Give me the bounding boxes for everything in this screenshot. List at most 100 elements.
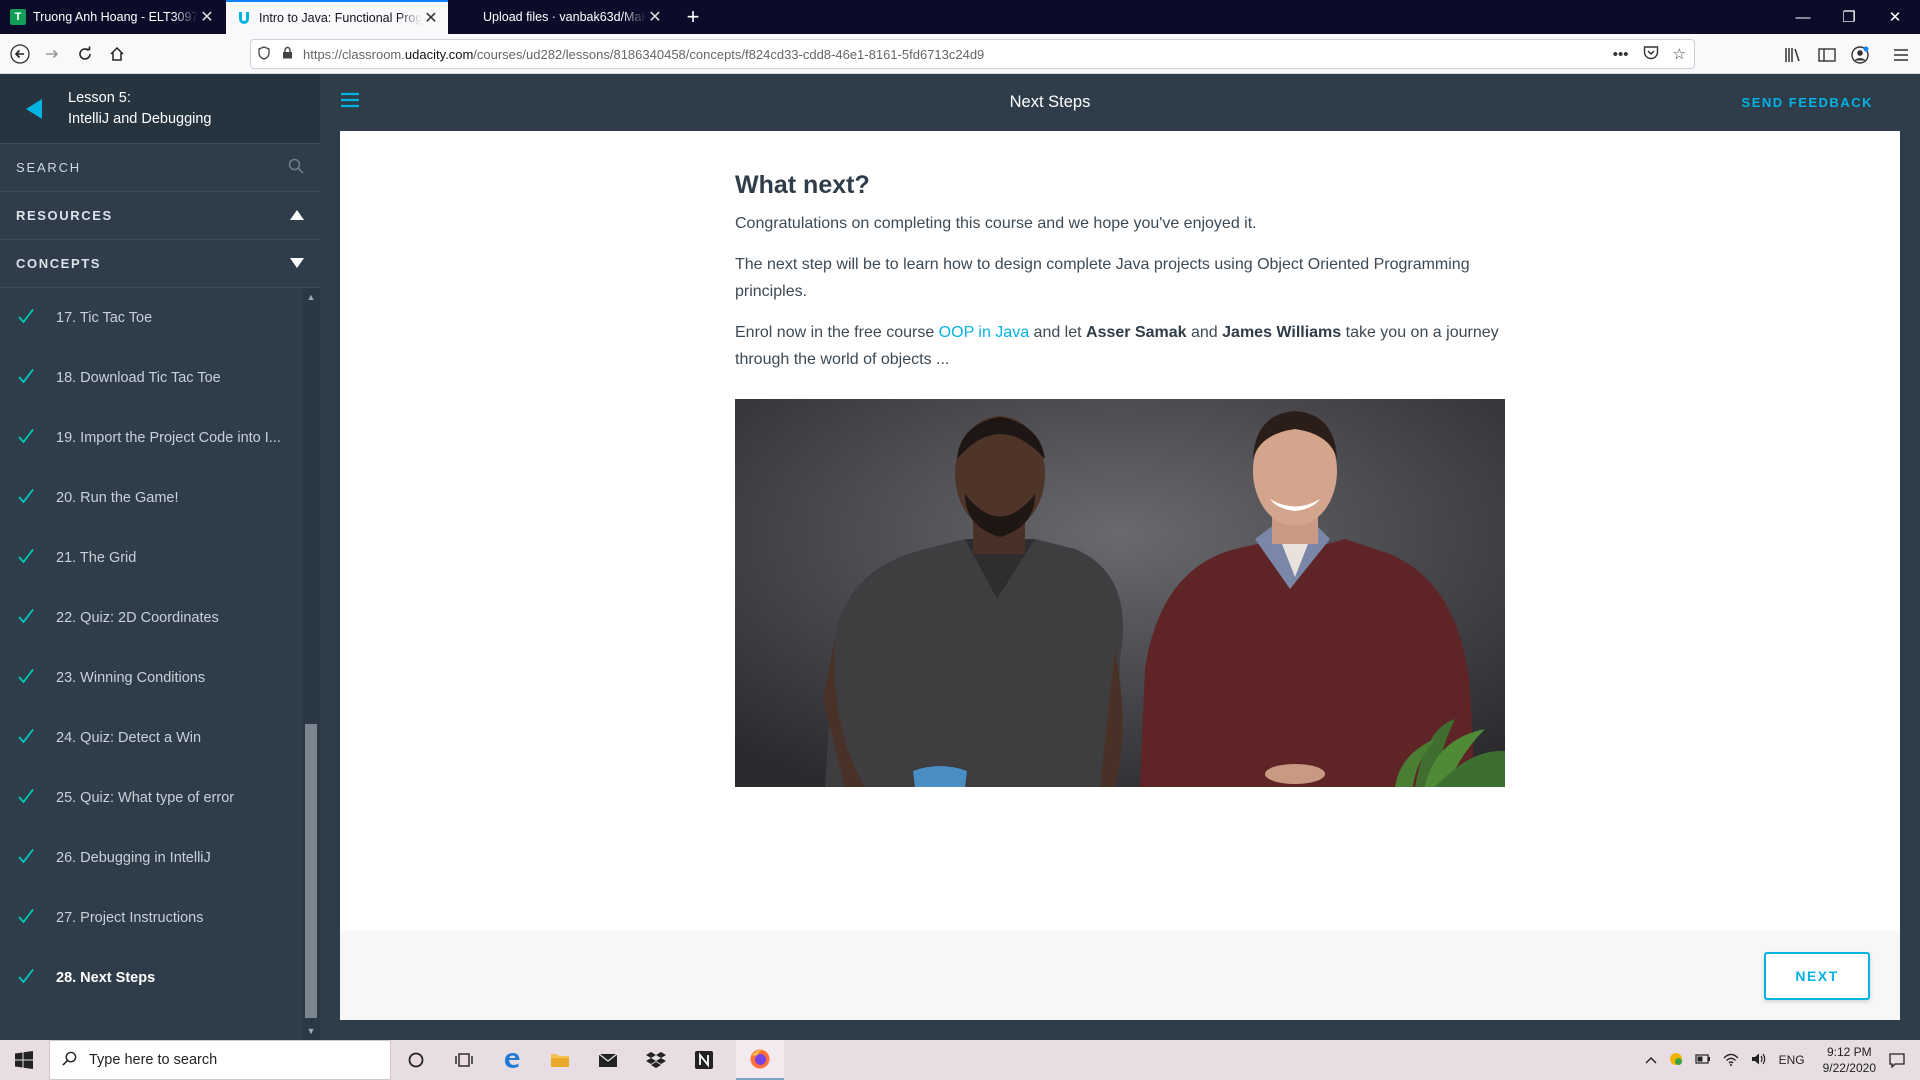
mail-icon[interactable] bbox=[584, 1040, 632, 1080]
task-view-icon[interactable] bbox=[440, 1040, 488, 1080]
checkmark-icon bbox=[18, 608, 56, 628]
search-icon bbox=[62, 1051, 77, 1070]
taskbar-search-box[interactable]: Type here to search bbox=[49, 1040, 391, 1080]
file-explorer-icon[interactable] bbox=[536, 1040, 584, 1080]
article-paragraph: Congratulations on completing this cours… bbox=[735, 215, 1257, 232]
address-bar[interactable]: https://classroom.udacity.com/courses/ud… bbox=[250, 39, 1695, 69]
next-button[interactable]: NEXT bbox=[1764, 952, 1870, 1000]
concept-item[interactable]: 22. Quiz: 2D Coordinates bbox=[0, 588, 302, 648]
tracking-shield-icon[interactable] bbox=[251, 45, 277, 63]
resources-label: RESOURCES bbox=[16, 208, 113, 223]
sidebar-search[interactable]: SEARCH bbox=[0, 144, 320, 192]
bookmark-star-icon[interactable]: ☆ bbox=[1673, 45, 1686, 63]
concepts-toggle[interactable]: CONCEPTS bbox=[0, 240, 320, 288]
resources-toggle[interactable]: RESOURCES bbox=[0, 192, 320, 240]
concept-item[interactable]: 25. Quiz: What type of error bbox=[0, 768, 302, 828]
search-label: SEARCH bbox=[16, 160, 81, 175]
restore-icon[interactable]: ❐ bbox=[1826, 0, 1872, 34]
concept-item[interactable]: 24. Quiz: Detect a Win bbox=[0, 708, 302, 768]
edge-icon[interactable] bbox=[488, 1040, 536, 1080]
browser-tab-active[interactable]: Intro to Java: Functional Progra ✕ bbox=[226, 0, 448, 34]
lesson-title: Lesson 5: IntelliJ and Debugging bbox=[68, 88, 212, 130]
lesson-number: Lesson 5: bbox=[68, 89, 131, 106]
concept-label: 27. Project Instructions bbox=[56, 910, 204, 926]
instructors-photo bbox=[735, 399, 1505, 787]
notification-center-icon[interactable] bbox=[1882, 1040, 1912, 1080]
article-paragraph: Enrol now in the free course OOP in Java… bbox=[735, 324, 1499, 368]
taskbar-clock[interactable]: 9:12 PM 9/22/2020 bbox=[1823, 1044, 1876, 1076]
concept-item[interactable]: 18. Download Tic Tac Toe bbox=[0, 348, 302, 408]
concept-label: 21. The Grid bbox=[56, 550, 137, 566]
concept-item[interactable]: 20. Run the Game! bbox=[0, 468, 302, 528]
github-icon bbox=[460, 9, 476, 25]
language-indicator[interactable]: ENG bbox=[1779, 1053, 1805, 1067]
checkmark-icon bbox=[18, 728, 56, 748]
concept-label: 17. Tic Tac Toe bbox=[56, 310, 153, 326]
oop-in-java-link[interactable]: OOP in Java bbox=[939, 324, 1029, 341]
concepts-label: CONCEPTS bbox=[16, 256, 102, 271]
concept-item[interactable]: 21. The Grid bbox=[0, 528, 302, 588]
instructor-name: Asser Samak bbox=[1086, 324, 1187, 341]
browser-tab[interactable]: Upload files · vanbak63d/Makin ✕ bbox=[450, 0, 672, 34]
page-actions-icon[interactable]: ••• bbox=[1613, 46, 1629, 63]
home-icon[interactable] bbox=[103, 40, 131, 68]
cortana-icon[interactable] bbox=[392, 1040, 440, 1080]
content-header: Next Steps SEND FEEDBACK bbox=[320, 74, 1920, 131]
back-to-course-icon[interactable] bbox=[0, 98, 68, 120]
instructor-name: James Williams bbox=[1222, 324, 1342, 341]
lock-icon[interactable] bbox=[277, 46, 297, 62]
checkmark-icon bbox=[18, 668, 56, 688]
concept-item[interactable]: 19. Import the Project Code into I... bbox=[0, 408, 302, 468]
windows-start-icon[interactable] bbox=[0, 1040, 48, 1080]
scroll-down-arrow-icon[interactable]: ▼ bbox=[305, 1024, 317, 1038]
send-feedback-button[interactable]: SEND FEEDBACK bbox=[1742, 74, 1873, 131]
reload-icon[interactable] bbox=[71, 40, 99, 68]
forward-icon[interactable] bbox=[38, 40, 66, 68]
lesson-header: Lesson 5: IntelliJ and Debugging bbox=[0, 74, 320, 144]
concept-item[interactable]: 28. Next Steps bbox=[0, 948, 302, 1008]
menu-icon[interactable] bbox=[1890, 44, 1912, 66]
security-icon[interactable] bbox=[1669, 1052, 1683, 1069]
concept-label: 23. Winning Conditions bbox=[56, 670, 206, 686]
checkmark-icon bbox=[18, 968, 56, 988]
library-icon[interactable] bbox=[1782, 44, 1804, 66]
new-tab-button[interactable]: + bbox=[680, 0, 706, 34]
close-tab-icon[interactable]: ✕ bbox=[422, 9, 440, 27]
battery-icon[interactable] bbox=[1694, 1053, 1711, 1067]
minimize-icon[interactable]: — bbox=[1780, 0, 1826, 34]
concept-label: 19. Import the Project Code into I... bbox=[56, 430, 281, 446]
volume-icon[interactable] bbox=[1751, 1052, 1767, 1069]
concept-item[interactable]: 23. Winning Conditions bbox=[0, 648, 302, 708]
show-hidden-icons-icon[interactable] bbox=[1645, 1053, 1657, 1067]
account-icon[interactable] bbox=[1849, 44, 1871, 66]
scrollbar-thumb[interactable] bbox=[305, 724, 317, 1018]
search-icon[interactable] bbox=[288, 158, 304, 177]
browser-tab-strip: T Truong Anh Hoang - ELT3097 I ✕ Intro t… bbox=[0, 0, 1920, 34]
page-title: Next Steps bbox=[1009, 93, 1091, 111]
dropbox-icon[interactable] bbox=[632, 1040, 680, 1080]
back-icon[interactable] bbox=[6, 40, 34, 68]
pocket-icon[interactable] bbox=[1643, 45, 1659, 64]
udacity-icon bbox=[236, 10, 252, 26]
browser-tab[interactable]: T Truong Anh Hoang - ELT3097 I ✕ bbox=[0, 0, 224, 34]
article: What next? Congratulations on completing… bbox=[735, 171, 1505, 387]
lesson-sidebar: Lesson 5: IntelliJ and Debugging SEARCH … bbox=[0, 74, 320, 1040]
notion-icon[interactable] bbox=[680, 1040, 728, 1080]
close-window-icon[interactable]: ✕ bbox=[1872, 0, 1918, 34]
concept-item[interactable]: 17. Tic Tac Toe bbox=[0, 288, 302, 348]
taskbar-search-placeholder: Type here to search bbox=[89, 1052, 218, 1068]
sidebar-toggle-icon[interactable] bbox=[1816, 44, 1838, 66]
concept-content: What next? Congratulations on completing… bbox=[340, 131, 1900, 1020]
wifi-icon[interactable] bbox=[1723, 1052, 1739, 1069]
close-tab-icon[interactable]: ✕ bbox=[646, 8, 664, 26]
concept-item[interactable]: 26. Debugging in IntelliJ bbox=[0, 828, 302, 888]
scroll-up-arrow-icon[interactable]: ▲ bbox=[305, 290, 317, 304]
close-tab-icon[interactable]: ✕ bbox=[198, 8, 216, 26]
clock-date: 9/22/2020 bbox=[1822, 1061, 1876, 1075]
checkmark-icon bbox=[18, 788, 56, 808]
concept-item[interactable]: 27. Project Instructions bbox=[0, 888, 302, 948]
checkmark-icon bbox=[18, 848, 56, 868]
firefox-icon[interactable] bbox=[736, 1040, 784, 1080]
browser-nav-bar: https://classroom.udacity.com/courses/ud… bbox=[0, 34, 1920, 74]
concept-label: 22. Quiz: 2D Coordinates bbox=[56, 610, 219, 626]
